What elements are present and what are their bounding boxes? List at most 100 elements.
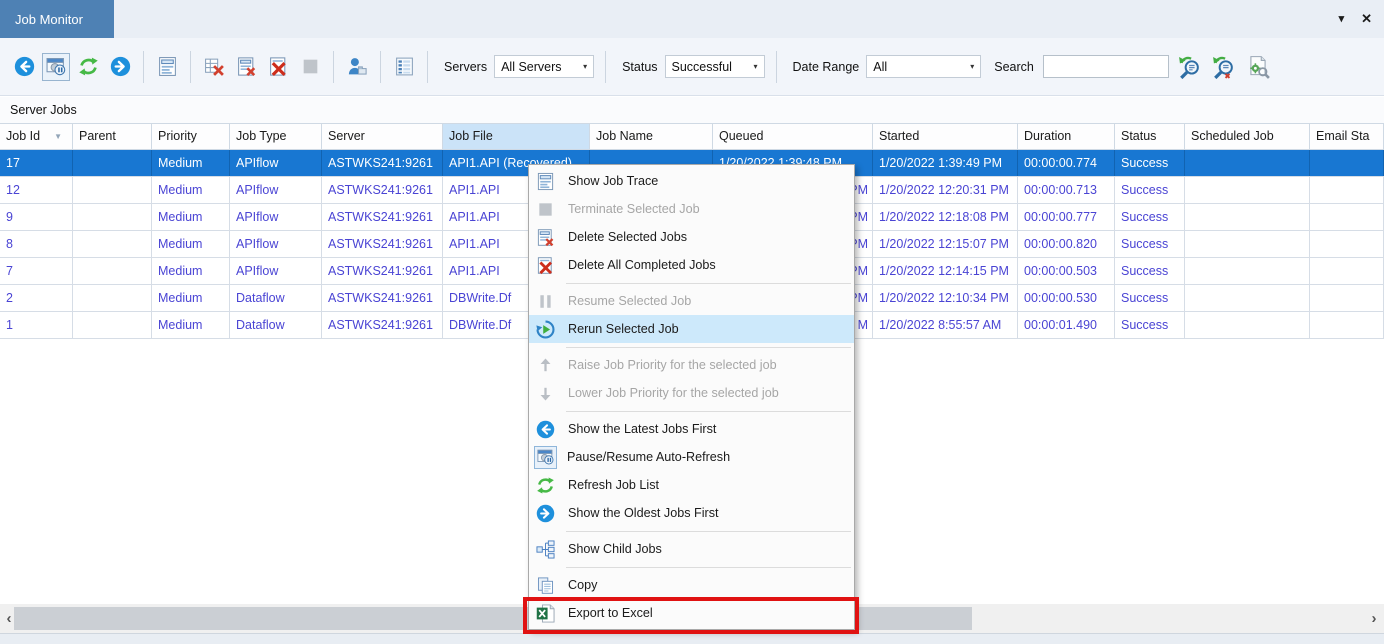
window-controls: ▾ ✕ — [1339, 9, 1372, 29]
show-latest-jobs-first-button[interactable] — [10, 53, 38, 81]
menu-item-resume-selected-job[interactable]: Resume Selected Job — [529, 287, 854, 315]
cell-job_type: APIflow — [230, 177, 322, 203]
pause-resume-auto-refresh-button[interactable] — [42, 53, 70, 81]
cell-server: ASTWKS241:9261 — [322, 258, 443, 284]
column-header-status[interactable]: Status — [1115, 124, 1185, 149]
cell-job_type: Dataflow — [230, 285, 322, 311]
table-header: Job Id▼ParentPriority Job Type ServerJob F… — [0, 123, 1384, 150]
column-header-job_name[interactable]: Job Name — [590, 124, 713, 149]
column-label: Queued — [719, 124, 763, 149]
column-header-email_status[interactable]: Email Sta — [1310, 124, 1384, 149]
cell-server: ASTWKS241:9261 — [322, 312, 443, 338]
delete-grid-x-icon — [204, 56, 225, 77]
menu-item-delete-selected-jobs[interactable]: Delete Selected Jobs — [529, 223, 854, 251]
column-header-started[interactable]: Started — [873, 124, 1018, 149]
menu-item-delete-all-completed-jobs[interactable]: Delete All Completed Jobs — [529, 251, 854, 279]
cell-started: 1/20/2022 12:14:15 PM — [873, 258, 1018, 284]
delete-jobs-button[interactable] — [200, 53, 228, 81]
column-label: Job Id — [6, 124, 40, 149]
menu-item-show-job-trace[interactable]: Show Job Trace — [529, 167, 854, 195]
arrow-left-circle-icon — [14, 56, 35, 77]
date-range-label: Date Range — [793, 60, 860, 74]
cell-scheduled_job — [1185, 150, 1310, 176]
servers-label: Servers — [444, 60, 487, 74]
arrow-right-circle-icon — [536, 504, 555, 523]
servers-dropdown[interactable]: All Servers ▾ — [494, 55, 594, 78]
doc-x-small-icon — [536, 228, 555, 247]
cell-job_type: APIflow — [230, 258, 322, 284]
menu-item-terminate-selected-job[interactable]: Terminate Selected Job — [529, 195, 854, 223]
user-jobs-button[interactable] — [343, 53, 371, 81]
column-label: Job File — [449, 124, 493, 149]
menu-item-refresh-job-list[interactable]: Refresh Job List — [529, 471, 854, 499]
job-report-button[interactable] — [1244, 53, 1272, 81]
cell-email_status — [1310, 312, 1384, 338]
toolbar: Servers All Servers ▾ Status Successful … — [0, 38, 1384, 96]
toolbar-separator — [427, 51, 428, 83]
menu-item-lower-job-priority-for-the-selected-job[interactable]: Lower Job Priority for the selected job — [529, 379, 854, 407]
column-header-job_id[interactable]: Job Id▼ — [0, 124, 73, 149]
column-label: Email Sta — [1316, 124, 1370, 149]
column-label: Priority — [158, 124, 197, 149]
zoom-x-icon — [1212, 55, 1236, 79]
search-jobs-button[interactable] — [1176, 53, 1204, 81]
cell-scheduled_job — [1185, 177, 1310, 203]
cell-job_type: APIflow — [230, 204, 322, 230]
delete-all-completed-jobs-button[interactable] — [264, 53, 292, 81]
cell-server: ASTWKS241:9261 — [322, 177, 443, 203]
menu-item-label: Show the Latest Jobs First — [568, 422, 716, 436]
menu-item-show-the-oldest-jobs-first[interactable]: Show the Oldest Jobs First — [529, 499, 854, 527]
column-header-duration[interactable]: Duration — [1018, 124, 1115, 149]
chevron-down-icon[interactable]: ▾ — [1339, 9, 1345, 29]
job-list-button[interactable] — [390, 53, 418, 81]
column-header-server[interactable]: Server — [322, 124, 443, 149]
column-header-queued[interactable]: Queued — [713, 124, 873, 149]
cell-parent — [73, 312, 152, 338]
arrow-down-gray-icon — [536, 384, 555, 403]
pause-refresh-window-icon — [46, 56, 67, 77]
close-icon[interactable]: ✕ — [1361, 9, 1372, 29]
trace-doc-icon — [536, 172, 555, 191]
cell-duration: 00:00:00.777 — [1018, 204, 1115, 230]
column-header-scheduled_job[interactable]: Scheduled Job — [1185, 124, 1310, 149]
delete-selected-jobs-button[interactable] — [232, 53, 260, 81]
menu-item-pause-resume-auto-refresh[interactable]: Pause/Resume Auto-Refresh — [529, 443, 854, 471]
column-label: Job Name — [596, 124, 653, 149]
menu-item-label: Show Child Jobs — [568, 542, 662, 556]
tab-bar: Job Monitor ▾ ✕ — [0, 0, 1384, 38]
menu-item-label: Rerun Selected Job — [568, 322, 679, 336]
column-header-priority[interactable]: Priority — [152, 124, 230, 149]
column-header-job_type[interactable]: Job Type — [230, 124, 322, 149]
status-dropdown[interactable]: Successful ▾ — [665, 55, 765, 78]
cell-parent — [73, 285, 152, 311]
cell-email_status — [1310, 204, 1384, 230]
doc-x-small-icon — [236, 56, 257, 77]
refresh-job-list-button[interactable] — [74, 53, 102, 81]
toolbar-separator — [605, 51, 606, 83]
show-oldest-jobs-first-button[interactable] — [106, 53, 134, 81]
column-label: Job Type — [236, 124, 287, 149]
column-header-job_file[interactable]: Job File — [443, 124, 590, 149]
date-range-dropdown[interactable]: All ▾ — [866, 55, 981, 78]
cell-job_id: 8 — [0, 231, 73, 257]
menu-item-show-child-jobs[interactable]: Show Child Jobs — [529, 535, 854, 563]
column-header-parent[interactable]: Parent — [73, 124, 152, 149]
stop-gray-icon — [536, 200, 555, 219]
menu-item-rerun-selected-job[interactable]: Rerun Selected Job — [529, 315, 854, 343]
menu-item-raise-job-priority-for-the-selected-job[interactable]: Raise Job Priority for the selected job — [529, 351, 854, 379]
cell-priority: Medium — [152, 150, 230, 176]
terminate-selected-job-button[interactable] — [296, 53, 324, 81]
refresh-green-icon — [536, 476, 555, 495]
tab-job-monitor[interactable]: Job Monitor — [0, 0, 114, 38]
menu-item-label: Delete Selected Jobs — [568, 230, 687, 244]
scroll-right-arrow-icon[interactable]: › — [1367, 604, 1381, 633]
doc-x-big-icon — [268, 56, 289, 77]
show-job-trace-button[interactable] — [153, 53, 181, 81]
toolbar-search-buttons — [1173, 53, 1275, 81]
menu-item-copy[interactable]: Copy — [529, 571, 854, 599]
clear-search-button[interactable] — [1210, 53, 1238, 81]
date-range-filter: Date Range All ▾ — [793, 55, 982, 78]
pause-refresh-window-icon — [537, 448, 555, 466]
search-input[interactable] — [1043, 55, 1169, 78]
menu-item-show-the-latest-jobs-first[interactable]: Show the Latest Jobs First — [529, 415, 854, 443]
